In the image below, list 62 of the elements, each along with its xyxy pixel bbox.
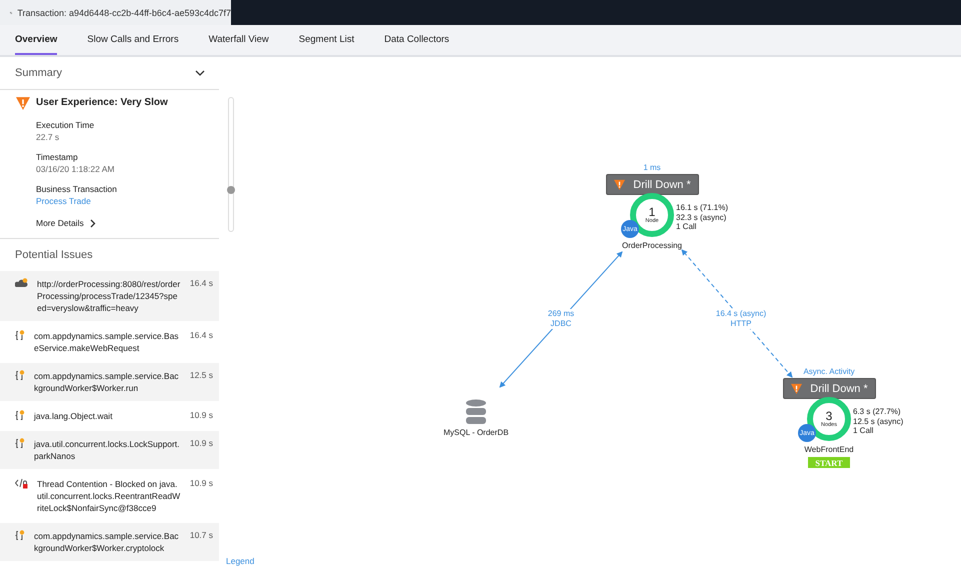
field-label: Business Transaction	[36, 184, 118, 194]
issue-text: java.lang.Object.wait	[34, 410, 114, 422]
node-name: WebFrontEnd	[804, 445, 854, 454]
database-icon	[465, 399, 487, 425]
issue-text: com.appdynamics.sample.service.BackgroundWorker$Worker.cryptolock	[34, 530, 180, 554]
warning-icon	[791, 383, 802, 394]
tab[interactable]: Overview	[15, 25, 58, 55]
scrollbar[interactable]	[228, 97, 234, 232]
experience-title: User Experience: Very Slow	[36, 97, 168, 108]
start-badge: START	[808, 457, 850, 468]
issue-row[interactable]: com.appdynamics.sample.service.BackgroundWorker$Worker.cryptolock 10.7 s	[0, 523, 219, 561]
braces-icon	[15, 530, 25, 541]
field-label: Timestamp	[36, 152, 79, 162]
node-caption: Async. Activity	[803, 367, 855, 377]
edge-label: 269 ms JDBC	[548, 309, 574, 329]
node-count: 3	[826, 410, 832, 422]
node-count: 1	[648, 206, 656, 218]
code-lock-icon	[15, 478, 28, 489]
warning-icon	[16, 96, 30, 110]
tab[interactable]: Data Collectors	[384, 25, 450, 55]
issue-time: 10.7 s	[190, 530, 213, 542]
scroll-thumb[interactable]	[227, 186, 235, 194]
section-title: Potential Issues	[15, 249, 93, 261]
tab[interactable]: Waterfall View	[208, 25, 269, 55]
drill-down-button[interactable]: Drill Down *	[783, 378, 876, 399]
field-label: Execution Time	[36, 120, 96, 130]
issue-row[interactable]: com.appdynamics.sample.service.BackgroundWorker$Worker.run 12.5 s	[0, 363, 219, 401]
window-title: Transaction: a94d6448-cc2b-44ff-b6c4-ae593c4dc7f7	[17, 8, 231, 18]
issue-text: com.appdynamics.sample.service.BaseService.makeWebRequest	[34, 330, 180, 354]
node-stats: 6.3 s (27.7%) 12.5 s (async) 1 Call	[853, 407, 904, 436]
issue-row[interactable]: java.util.concurrent.locks.LockSupport.parkNanos 10.9 s	[0, 431, 219, 469]
node-caption: 1 ms	[643, 163, 661, 173]
braces-icon	[15, 330, 25, 341]
edge-label: 16.4 s (async) HTTP	[716, 309, 766, 329]
warning-icon	[614, 179, 626, 190]
issue-text: Thread Contention - Blocked on java.util.concurrent.locks.ReentrantReadWriteLock$NonfairSync@f38cce9	[37, 478, 181, 514]
braces-icon	[15, 370, 25, 381]
issue-time: 16.4 s	[190, 278, 213, 290]
issue-row[interactable]: http://orderProcessing:8080/rest/orderProcessing/processTrade/12345?speed=veryslow&traffic=heavy 16.4 s	[0, 271, 219, 321]
chevron-icon[interactable]	[195, 68, 205, 78]
tab[interactable]: Segment List	[298, 25, 354, 55]
tab[interactable]: Slow Calls and Errors	[87, 25, 179, 55]
more-details-button[interactable]: More Details	[36, 218, 168, 228]
issue-text: com.appdynamics.sample.service.BackgroundWorker$Worker.run	[34, 370, 180, 394]
issue-time: 10.9 s	[190, 410, 213, 422]
database-name: MySQL - OrderDB	[443, 428, 509, 437]
field-value: 03/16/20 1:18:22 AM	[36, 164, 116, 174]
issue-time: 12.5 s	[190, 370, 213, 382]
braces-icon	[15, 438, 25, 449]
field-value: 22.7 s	[36, 132, 60, 142]
node-name: OrderProcessing	[622, 241, 682, 250]
chevron-icon	[90, 218, 96, 228]
issue-text: java.util.concurrent.locks.LockSupport.parkNanos	[34, 438, 181, 462]
drill-down-button[interactable]: Drill Down *	[606, 174, 699, 195]
braces-icon	[15, 410, 25, 421]
cloud-icon	[15, 278, 28, 288]
issue-text: http://orderProcessing:8080/rest/orderProcessing/processTrade/12345?speed=veryslow&traffic=heavy	[37, 278, 181, 314]
issue-time: 10.9 s	[190, 438, 213, 450]
issue-time: 16.4 s	[190, 330, 213, 342]
issue-time: 10.9 s	[190, 478, 213, 490]
section-title: Summary	[15, 67, 62, 79]
node-stats: 16.1 s (71.1%) 32.3 s (async) 1 Call	[676, 203, 728, 232]
